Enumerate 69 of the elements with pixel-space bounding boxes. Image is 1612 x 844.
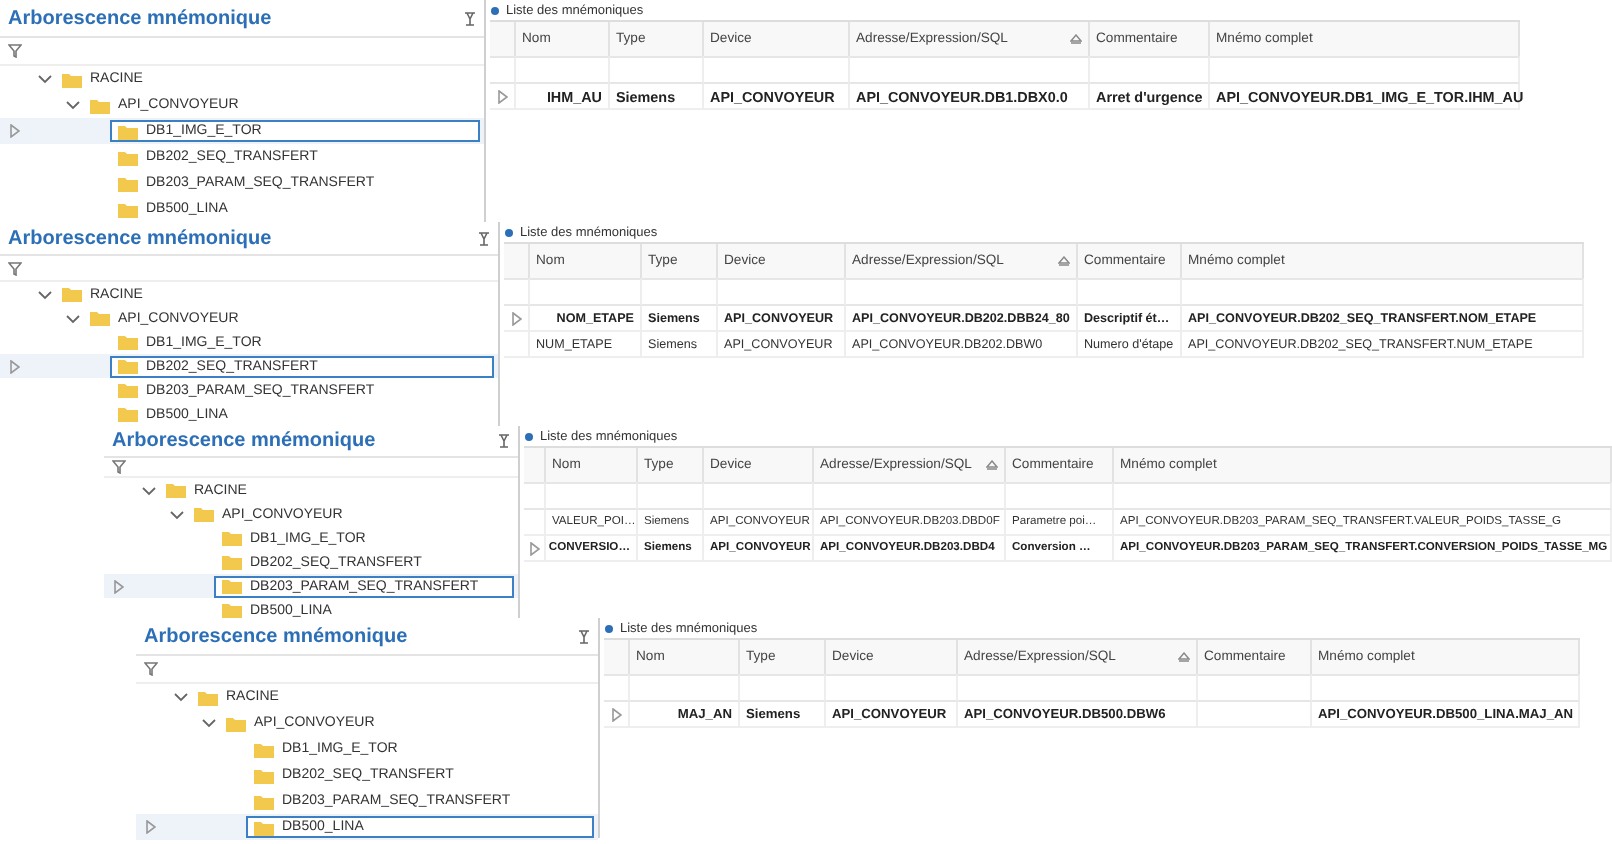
row-marker-icon (511, 311, 521, 325)
filter-cell[interactable] (530, 278, 642, 306)
chevron-icon[interactable] (64, 98, 82, 112)
filter-cell[interactable] (846, 278, 1078, 306)
row-marker-icon (9, 359, 19, 373)
filter-cell[interactable] (1090, 56, 1210, 84)
row-header[interactable] (504, 306, 530, 332)
filter-cell[interactable] (718, 278, 846, 306)
bullet-icon (604, 623, 614, 633)
filter-cell[interactable] (1006, 482, 1114, 510)
panel-title: Arborescence mnémonique (144, 625, 408, 647)
pin-icon[interactable] (478, 231, 490, 245)
row-marker-icon (9, 124, 19, 138)
row-header[interactable] (524, 510, 546, 536)
panel-title: Arborescence mnémonique (8, 7, 272, 29)
filter-cell[interactable] (704, 482, 814, 510)
filter-cell[interactable] (704, 56, 850, 84)
chevron-icon[interactable] (36, 287, 54, 301)
filter-icon[interactable] (8, 44, 22, 58)
chevron-icon[interactable] (64, 311, 82, 325)
filter-cell[interactable] (546, 482, 638, 510)
filter-cell[interactable] (850, 56, 1090, 84)
filter-cell[interactable] (814, 482, 1006, 510)
filter-row-header (504, 278, 530, 306)
row-marker-icon (611, 707, 621, 721)
chevron-icon[interactable] (168, 507, 186, 521)
row-header[interactable] (490, 84, 516, 110)
filter-cell[interactable] (826, 674, 958, 702)
bullet-icon (524, 431, 534, 441)
filter-cell[interactable] (1182, 278, 1584, 306)
filter-icon[interactable] (144, 662, 158, 676)
filter-cell[interactable] (1198, 674, 1312, 702)
panel-title: Arborescence mnémonique (8, 227, 272, 249)
filter-cell[interactable] (1312, 674, 1580, 702)
filter-cell[interactable] (516, 56, 610, 84)
filter-icon[interactable] (8, 261, 22, 275)
row-marker-icon (113, 579, 123, 593)
row-marker-icon (529, 541, 539, 555)
row-marker-icon (497, 89, 507, 103)
bullet-icon (490, 5, 500, 15)
chevron-icon[interactable] (200, 716, 218, 730)
row-header[interactable] (604, 702, 630, 728)
filter-cell[interactable] (642, 278, 718, 306)
bullet-icon (504, 227, 514, 237)
sort-icon (1070, 34, 1082, 44)
pin-icon[interactable] (578, 629, 590, 643)
sort-icon (986, 460, 998, 470)
pin-icon[interactable] (498, 434, 510, 448)
row-marker-icon (145, 820, 155, 834)
filter-cell[interactable] (1210, 56, 1520, 84)
chevron-icon[interactable] (36, 72, 54, 86)
filter-row-header (524, 482, 546, 510)
row-header[interactable] (524, 536, 546, 562)
chevron-icon[interactable] (172, 690, 190, 704)
filter-cell[interactable] (610, 56, 704, 84)
sort-icon (1058, 256, 1070, 266)
filter-row-header (604, 674, 630, 702)
filter-icon[interactable] (112, 460, 126, 474)
sort-icon (1178, 652, 1190, 662)
pin-icon[interactable] (464, 11, 476, 25)
filter-row-header (490, 56, 516, 84)
panel-title: Arborescence mnémonique (112, 430, 376, 452)
filter-cell[interactable] (630, 674, 740, 702)
chevron-icon[interactable] (140, 483, 158, 497)
filter-cell[interactable] (1078, 278, 1182, 306)
filter-cell[interactable] (740, 674, 826, 702)
filter-cell[interactable] (958, 674, 1198, 702)
filter-cell[interactable] (1114, 482, 1612, 510)
filter-cell[interactable] (638, 482, 704, 510)
